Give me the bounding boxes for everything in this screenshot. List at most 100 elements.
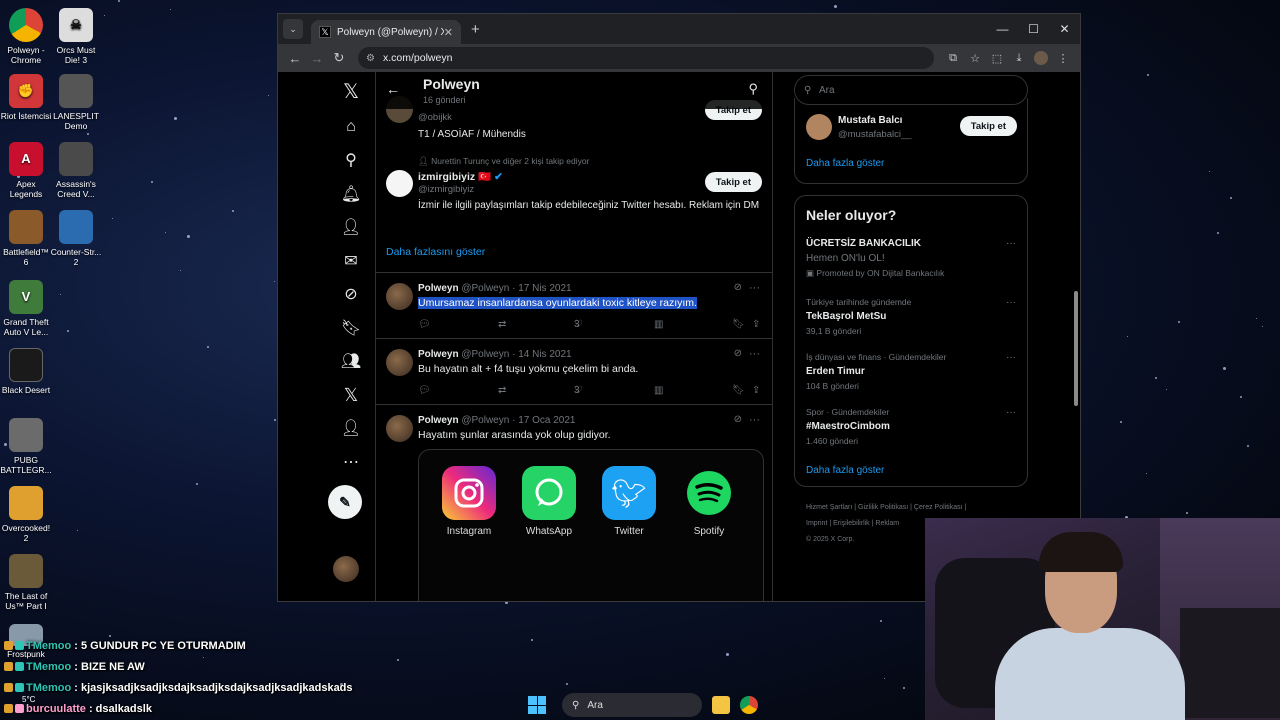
desktop-icon-overcooked[interactable]: Overcooked! 2: [0, 486, 52, 543]
new-tab-button[interactable]: +: [471, 21, 480, 38]
views-chart-icon[interactable]: ▥: [654, 385, 663, 396]
tab-polweyn[interactable]: 𝕏 Polweyn (@Polweyn) / X ✕: [311, 20, 461, 44]
tweet-author[interactable]: Polweyn: [418, 349, 459, 360]
follow-icon[interactable]: 👤︎: [336, 212, 366, 242]
follow-button[interactable]: Takip et: [704, 172, 762, 192]
more-dots-icon[interactable]: ···: [749, 414, 760, 426]
show-more-link[interactable]: Daha fazlasını göster: [386, 246, 485, 258]
more-dots-icon[interactable]: ···: [1006, 407, 1016, 418]
more-dots-icon[interactable]: ···: [749, 282, 760, 294]
grok-icon[interactable]: ⊘: [734, 414, 742, 425]
reload-icon[interactable]: ↻: [328, 50, 350, 66]
extensions-icon[interactable]: ⬚: [986, 52, 1008, 65]
desktop-icon-pubg[interactable]: PUBG BATTLEGR...: [0, 418, 52, 475]
bookmark-icon[interactable]: 🔖︎: [732, 319, 745, 330]
show-more-trends-link[interactable]: Daha fazla göster: [806, 465, 884, 476]
follow-button[interactable]: Takip et: [959, 116, 1017, 136]
profile-person-icon[interactable]: 👤︎: [336, 413, 366, 443]
notifications-bell-icon[interactable]: 🔔︎: [336, 179, 366, 209]
desktop-icon-black-desert[interactable]: Black Desert: [0, 348, 52, 395]
footer-link[interactable]: Imprint: [806, 520, 827, 527]
views-chart-icon[interactable]: ▥: [654, 319, 663, 330]
bookmark-icon[interactable]: 🔖︎: [732, 385, 745, 396]
scrollbar-thumb[interactable]: [1074, 291, 1078, 406]
grok-icon[interactable]: ⊘: [734, 282, 742, 293]
forward-arrow-icon[interactable]: →: [306, 51, 328, 66]
download-icon[interactable]: ⤓: [1008, 52, 1030, 65]
maximize-icon[interactable]: ☐: [1018, 14, 1049, 44]
more-circle-icon[interactable]: ⋯: [336, 447, 366, 477]
close-window-icon[interactable]: ✕: [1049, 14, 1080, 44]
close-tab-icon[interactable]: ✕: [444, 26, 453, 39]
tweet-image[interactable]: Instagram WhatsApp 🐦︎ Twitter Spotify: [418, 449, 764, 601]
footer-link[interactable]: Gizlilik Politikası: [858, 504, 908, 511]
bookmark-star-icon[interactable]: ☆: [964, 52, 986, 65]
messages-mail-icon[interactable]: ✉: [336, 246, 366, 276]
desktop-icon-cs2[interactable]: Counter-Str... 2: [50, 210, 102, 267]
trend-item[interactable]: Spor · Gündemdekiler #MaestroCimbom 1.46…: [806, 407, 1016, 446]
file-explorer-icon[interactable]: [712, 696, 730, 714]
desktop-icon-lanesplit[interactable]: LANESPLIT Demo: [50, 74, 102, 131]
grok-icon[interactable]: ⊘: [734, 348, 742, 359]
menu-dots-icon[interactable]: ⋮: [1052, 52, 1074, 65]
site-info-icon[interactable]: ⚙: [366, 53, 375, 64]
tweet[interactable]: Polweyn @Polweyn · 17 Nis 2021 ⊘ ··· Umu…: [376, 272, 772, 338]
desktop-icon-chrome[interactable]: Polweyn - Chrome: [0, 8, 52, 65]
windows-start-icon[interactable]: [528, 696, 546, 714]
more-dots-icon[interactable]: ···: [1006, 238, 1016, 249]
desktop-icon-gta[interactable]: V Grand Theft Auto V Le...: [0, 280, 52, 337]
desktop-icon-riot[interactable]: ✊ Riot İstemcisi: [0, 74, 52, 121]
communities-icon[interactable]: 👥︎: [336, 346, 366, 376]
tweet-avatar[interactable]: [386, 283, 413, 310]
tweet[interactable]: Polweyn @Polweyn · 14 Nis 2021 ⊘ ··· Bu …: [376, 338, 772, 404]
post-button[interactable]: ✎: [328, 485, 362, 519]
reply-icon[interactable]: 💬︎: [418, 385, 431, 396]
retweet-icon[interactable]: ⇄: [498, 385, 506, 396]
suggestion-izmirgibiyiz[interactable]: 👤︎ Nurettin Turunç ve diğer 2 kişi takip…: [376, 152, 772, 252]
taskbar-search[interactable]: ⚲ Ara: [562, 693, 702, 717]
user-name[interactable]: Mustafa Balcı: [838, 115, 902, 126]
tweet[interactable]: Polweyn @Polweyn · 17 Oca 2021 ⊘ ··· Hay…: [376, 404, 772, 601]
more-dots-icon[interactable]: ···: [749, 348, 760, 360]
more-dots-icon[interactable]: ···: [1006, 352, 1016, 363]
footer-link[interactable]: Reklam: [875, 520, 899, 527]
premium-x-icon[interactable]: 𝕏: [336, 380, 366, 410]
profile-search-icon[interactable]: ⚲: [748, 81, 758, 97]
trend-item[interactable]: ÜCRETSİZ BANKACILIK Hemen ON'lu OL! ▣ Pr…: [806, 238, 1016, 279]
more-dots-icon[interactable]: ···: [1006, 297, 1016, 308]
footer-link[interactable]: Çerez Politikası: [914, 504, 963, 511]
footer-link[interactable]: Hizmet Şartları: [806, 504, 852, 511]
share-icon[interactable]: ⇪: [752, 319, 760, 330]
tweet-author[interactable]: Polweyn: [418, 415, 459, 426]
install-icon[interactable]: ⧉: [942, 52, 964, 65]
trend-item[interactable]: İş dünyası ve finans · Gündemdekiler Erd…: [806, 352, 1016, 391]
profile-avatar[interactable]: [1034, 51, 1048, 65]
minimize-icon[interactable]: —: [987, 14, 1018, 44]
weather-widget[interactable]: 5°C: [22, 695, 35, 704]
desktop-icon-battlefield[interactable]: Battlefield™ 6: [0, 210, 52, 267]
back-arrow-icon[interactable]: ←: [284, 51, 306, 66]
share-icon[interactable]: ⇪: [752, 385, 760, 396]
desktop-icon-apex[interactable]: A Apex Legends: [0, 142, 52, 199]
explore-search-icon[interactable]: ⚲: [336, 145, 366, 175]
retweet-icon[interactable]: ⇄: [498, 319, 506, 330]
tweet-avatar[interactable]: [386, 349, 413, 376]
desktop-icon-last-of-us[interactable]: The Last of Us™ Part I: [0, 554, 52, 611]
tweet-author[interactable]: Polweyn: [418, 283, 459, 294]
address-bar[interactable]: ⚙ x.com/polweyn: [358, 47, 934, 69]
bookmarks-icon[interactable]: 🔖︎: [336, 313, 366, 343]
x-logo-icon[interactable]: 𝕏: [336, 76, 366, 106]
chrome-taskbar-icon[interactable]: [740, 696, 758, 714]
home-icon[interactable]: ⌂: [336, 112, 366, 142]
account-avatar[interactable]: [333, 556, 359, 582]
desktop-icon-orcs[interactable]: ☠ Orcs Must Die! 3: [50, 8, 102, 65]
footer-link[interactable]: Erişilebilirlik: [833, 520, 870, 527]
show-more-link[interactable]: Daha fazla göster: [806, 158, 884, 169]
tweet-avatar[interactable]: [386, 415, 413, 442]
desktop-icon-assassins[interactable]: Assassin's Creed V...: [50, 142, 102, 199]
grok-icon[interactable]: ⊘: [336, 279, 366, 309]
tab-search-button[interactable]: ⌄: [283, 19, 303, 39]
trend-item[interactable]: Türkiye tarihinde gündemde TekBaşrol Met…: [806, 297, 1016, 336]
reply-icon[interactable]: 💬︎: [418, 319, 431, 330]
back-arrow-icon[interactable]: ←: [386, 81, 400, 97]
